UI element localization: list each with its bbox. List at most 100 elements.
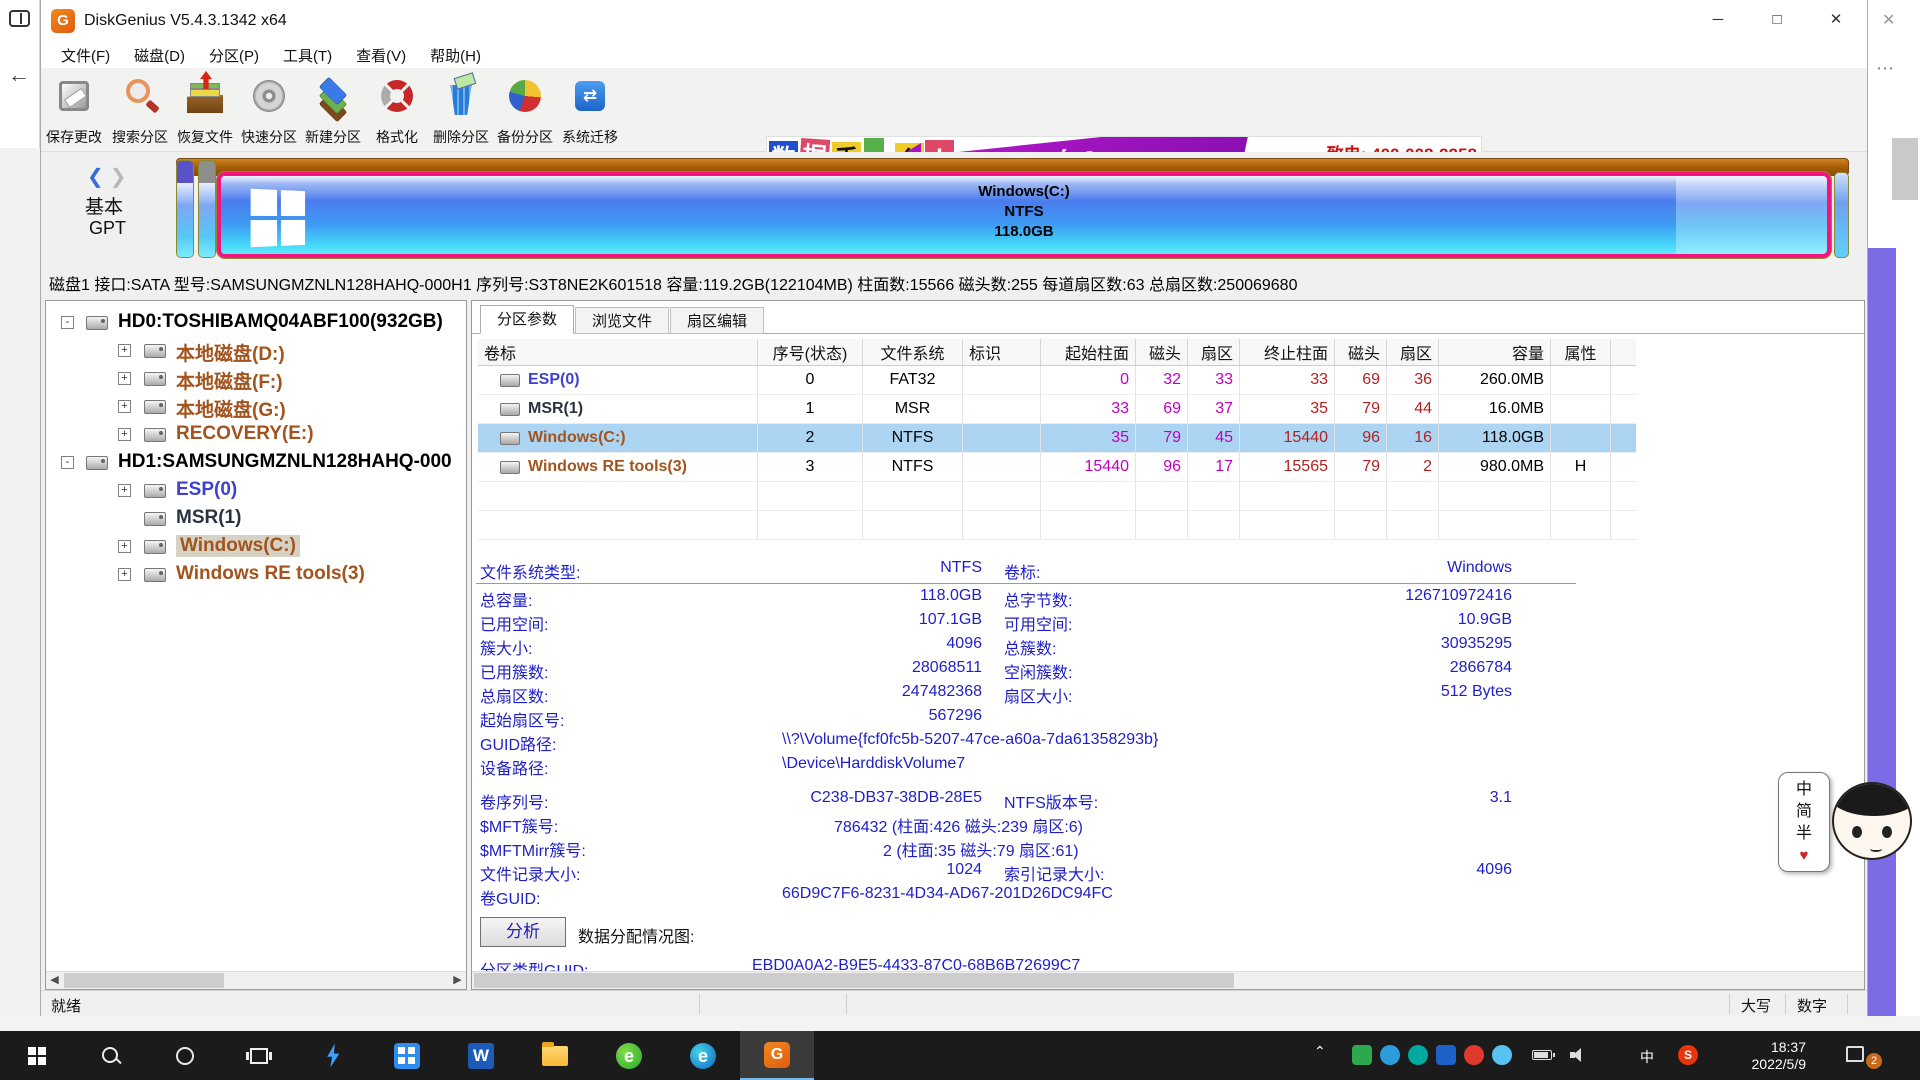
tray-icon-blue-square[interactable]	[1436, 1045, 1456, 1065]
tray-expand-icon[interactable]: ⌃	[1314, 1043, 1326, 1060]
volume-icon[interactable]	[1570, 1048, 1586, 1062]
format-button[interactable]: 格式化	[366, 71, 428, 149]
table-row-windows-c-selected[interactable]: Windows(C:) 2 NTFS 35 79 45 15440 96 16 …	[478, 424, 1636, 453]
backup-partition-button[interactable]: 备份分区	[494, 71, 556, 149]
tree-item-hd0[interactable]: - HD0:TOSHIBAMQ04ABF100(932GB)	[46, 309, 466, 337]
pinned-app-green-browser[interactable]: e	[592, 1031, 666, 1080]
next-disk-icon[interactable]: ❯	[110, 166, 133, 188]
ime-halfwidth[interactable]: 半	[1779, 823, 1829, 845]
tree-item-hd1[interactable]: - HD1:SAMSUNGMZNLN128HAHQ-000	[46, 449, 466, 477]
expand-icon[interactable]: +	[118, 400, 131, 413]
scrollbar-thumb[interactable]	[474, 973, 1234, 988]
scrollbar-thumb[interactable]	[64, 973, 224, 988]
tray-icon-teal[interactable]	[1408, 1045, 1428, 1065]
word-icon: W	[468, 1043, 494, 1069]
ime-indicator[interactable]: 中	[1640, 1047, 1654, 1067]
expand-icon[interactable]: +	[118, 344, 131, 357]
delete-partition-button[interactable]: 删除分区	[430, 71, 492, 149]
file-explorer-icon	[542, 1046, 568, 1066]
tree-item-windows-re-tools[interactable]: + Windows RE tools(3)	[46, 561, 466, 589]
menu-partition[interactable]: 分区(P)	[199, 43, 269, 68]
tab-sector-edit[interactable]: 扇区编辑	[670, 307, 764, 334]
taskbar-app-diskgenius-active[interactable]: G	[740, 1031, 814, 1080]
partition-sliver-esp[interactable]	[176, 160, 194, 258]
tray-icon-green[interactable]	[1352, 1045, 1372, 1065]
ime-lang[interactable]: 中	[1779, 779, 1829, 801]
status-numlock: 数字	[1797, 995, 1827, 1016]
recover-files-button[interactable]: 恢复文件	[174, 71, 236, 149]
minimize-button[interactable]: ─	[1693, 6, 1743, 36]
system-migrate-button[interactable]: ⇄ 系统迁移	[559, 71, 621, 149]
disk-info-line: 磁盘1 接口:SATA 型号:SAMSUNGMZNLN128HAHQ-000H1…	[41, 268, 1867, 298]
start-button[interactable]	[0, 1031, 74, 1080]
cortana-button[interactable]	[148, 1031, 222, 1080]
expand-icon[interactable]: +	[118, 484, 131, 497]
table-row-esp[interactable]: ESP(0) 0 FAT32 0 32 33 33 69 36 260.0MB	[478, 366, 1636, 395]
pinned-app-word[interactable]: W	[444, 1031, 518, 1080]
pinned-app-edge[interactable]: e	[666, 1031, 740, 1080]
partition-detail-panel: 分区参数 浏览文件 扇区编辑 卷标 序号(状态) 文件系统 标识 起始柱面 磁头…	[471, 300, 1865, 990]
menu-view[interactable]: 查看(V)	[346, 43, 416, 68]
taskbar: W e e G ⌃ 中 S 18:37 2022/5/9 2	[0, 1031, 1920, 1080]
pinned-app-file-explorer[interactable]	[518, 1031, 592, 1080]
tab-browse-files[interactable]: 浏览文件	[575, 307, 669, 334]
sogou-icon[interactable]: S	[1678, 1045, 1698, 1065]
taskbar-clock[interactable]: 18:37 2022/5/9	[1716, 1039, 1806, 1073]
tree-item-msr[interactable]: MSR(1)	[46, 505, 466, 533]
heart-icon[interactable]: ♥	[1779, 845, 1829, 867]
ime-mascot-avatar	[1826, 778, 1918, 874]
scroll-left-icon[interactable]: ◀	[46, 972, 63, 989]
screen: ← ✕ ⋯ G DiskGenius V5.4.3.1342 x64 ─ □ ✕…	[0, 0, 1920, 1080]
search-partition-button[interactable]: 搜索分区	[109, 71, 171, 149]
menu-disk[interactable]: 磁盘(D)	[124, 43, 195, 68]
panel-horizontal-scrollbar[interactable]	[472, 971, 1864, 989]
maximize-button[interactable]: □	[1752, 6, 1802, 36]
new-partition-button[interactable]: 新建分区	[302, 71, 364, 149]
menu-help[interactable]: 帮助(H)	[420, 43, 491, 68]
tree-item-esp[interactable]: + ESP(0)	[46, 477, 466, 505]
notification-center-icon[interactable]	[1846, 1046, 1864, 1062]
pinned-app-store[interactable]	[370, 1031, 444, 1080]
partition-block-windows-c[interactable]: Windows(C:) NTFS 118.0GB	[217, 172, 1831, 258]
status-bar: 就绪 大写 数字	[41, 990, 1867, 1016]
tray-icon-snowflake[interactable]	[1492, 1045, 1512, 1065]
tree-horizontal-scrollbar[interactable]: ◀ ▶	[46, 971, 466, 989]
tab-partition-params[interactable]: 分区参数	[480, 305, 574, 334]
battery-icon[interactable]	[1532, 1050, 1552, 1060]
collapse-icon[interactable]: -	[61, 456, 74, 469]
expand-icon[interactable]: +	[118, 428, 131, 441]
expand-icon[interactable]: +	[118, 540, 131, 553]
table-row-msr[interactable]: MSR(1) 1 MSR 33 69 37 35 79 44 16.0MB	[478, 395, 1636, 424]
table-row-empty	[478, 511, 1636, 540]
scroll-right-icon[interactable]: ▶	[449, 972, 466, 989]
prev-disk-icon[interactable]: ❮	[87, 166, 110, 188]
expand-icon[interactable]: +	[118, 568, 131, 581]
tree-item-recovery-e[interactable]: + RECOVERY(E:)	[46, 421, 466, 449]
tray-icon-red[interactable]	[1464, 1045, 1484, 1065]
disk-table-style-label: 基本	[85, 192, 123, 219]
partition-sliver-re-tools[interactable]	[1834, 172, 1849, 258]
close-button[interactable]: ✕	[1811, 6, 1861, 36]
pinned-app-thunder[interactable]	[296, 1031, 370, 1080]
menu-tools[interactable]: 工具(T)	[273, 43, 342, 68]
collapse-icon[interactable]: -	[61, 316, 74, 329]
tree-item-windows-c[interactable]: + Windows(C:)	[46, 533, 466, 561]
tree-item-disk-g[interactable]: + 本地磁盘(G:)	[46, 393, 466, 421]
analyze-button[interactable]: 分析	[480, 917, 566, 947]
tree-item-disk-d[interactable]: + 本地磁盘(D:)	[46, 337, 466, 365]
quick-partition-button[interactable]: 快速分区	[238, 71, 300, 149]
taskbar-search-button[interactable]	[74, 1031, 148, 1080]
partition-sliver-msr[interactable]	[198, 160, 216, 258]
ime-toolbar[interactable]: 中 简 半 ♥	[1778, 772, 1830, 872]
disk-nav-arrows[interactable]: ❮❯	[87, 164, 133, 189]
format-icon	[375, 73, 419, 125]
menu-file[interactable]: 文件(F)	[51, 43, 120, 68]
tray-icon-blue-circle[interactable]	[1380, 1045, 1400, 1065]
back-arrow-icon[interactable]: ←	[8, 62, 30, 88]
table-row-windows-re-tools[interactable]: Windows RE tools(3) 3 NTFS 15440 96 17 1…	[478, 453, 1636, 482]
ime-simplified[interactable]: 简	[1779, 801, 1829, 823]
task-view-button[interactable]	[222, 1031, 296, 1080]
expand-icon[interactable]: +	[118, 372, 131, 385]
tree-item-disk-f[interactable]: + 本地磁盘(F:)	[46, 365, 466, 393]
save-changes-button[interactable]: 保存更改	[43, 71, 105, 149]
